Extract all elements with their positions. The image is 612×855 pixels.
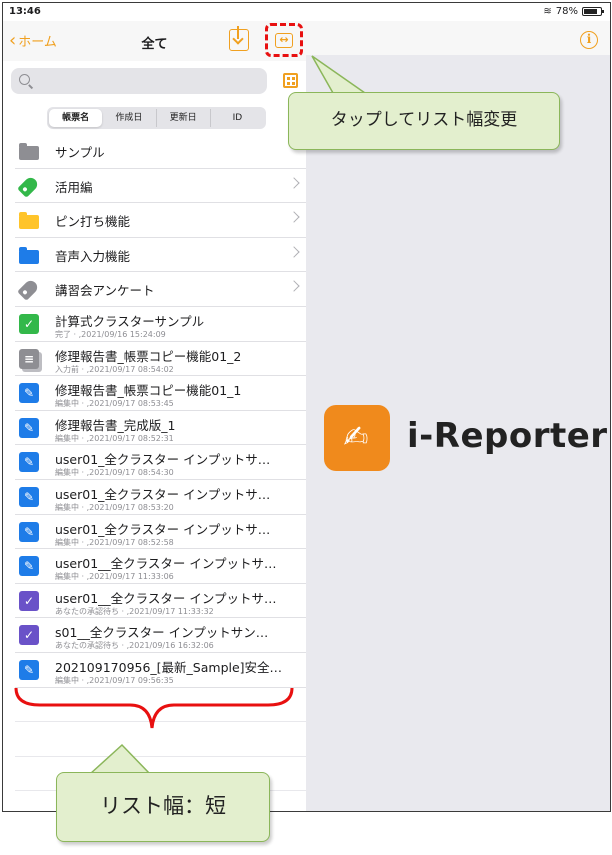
report-row[interactable]: ✎ 修理報告書_帳票コピー機能01_1 編集中 · ,2021/09/17 08… xyxy=(15,376,306,411)
chevron-right-icon xyxy=(288,176,300,189)
editing-report-icon: ✎ xyxy=(19,556,39,577)
detail-navbar: i xyxy=(306,21,610,55)
report-status: 完了 · ,2021/09/16 15:24:09 xyxy=(55,329,166,339)
editing-report-icon: ✎ xyxy=(19,486,39,507)
folder-icon xyxy=(19,143,39,160)
approval-report-icon: ✓ xyxy=(19,590,39,611)
folder-row[interactable]: サンプル xyxy=(15,134,306,169)
wifi-icon: ≋ xyxy=(543,6,552,17)
editing-report-icon: ✎ xyxy=(19,521,39,542)
report-row[interactable]: ✎ 修理報告書_完成版_1 編集中 · ,2021/09/17 08:52:31 xyxy=(15,411,306,446)
report-title: 修理報告書_完成版_1 xyxy=(55,417,176,433)
report-status: あなたの承認待ち · ,2021/09/17 11:33:32 xyxy=(55,606,214,616)
battery-icon xyxy=(582,7,604,16)
tag-row[interactable]: 講習会アンケート xyxy=(15,272,306,307)
report-row[interactable]: ✎ user01_全クラスター インプットサ… 編集中 · ,2021/09/1… xyxy=(15,515,306,550)
report-status: 編集中 · ,2021/09/17 09:56:35 xyxy=(55,675,174,685)
report-row[interactable]: ✓ s01__全クラスター インプットサン… あなたの承認待ち · ,2021/… xyxy=(15,618,306,653)
sort-segmented-control: 帳票名 作成日 更新日 ID xyxy=(47,107,266,129)
editing-report-icon: ✎ xyxy=(19,417,39,438)
search-icon xyxy=(19,74,30,85)
report-row[interactable]: ≡ 修理報告書_帳票コピー機能01_2 入力前 · ,2021/09/17 08… xyxy=(15,342,306,377)
report-title: user01_全クラスター インプットサ… xyxy=(55,486,271,502)
sort-by-updated[interactable]: 更新日 xyxy=(157,109,211,127)
report-row[interactable]: ✎ user01__全クラスター インプットサ… 編集中 · ,2021/09/… xyxy=(15,549,306,584)
report-row[interactable]: ✎ 202109170956_[最新_Sample]安全… 編集中 · ,202… xyxy=(15,653,306,688)
report-title: user01__全クラスター インプットサ… xyxy=(55,590,277,606)
tag-label: 活用編 xyxy=(55,179,93,195)
report-title: 修理報告書_帳票コピー機能01_1 xyxy=(55,383,242,399)
report-row[interactable]: ✓ 計算式クラスターサンプル 完了 · ,2021/09/16 15:24:09 xyxy=(15,307,306,342)
editing-report-icon: ✎ xyxy=(19,452,39,473)
search-bar[interactable] xyxy=(11,68,267,94)
list-navbar: ‹ ホーム 全て ↔ xyxy=(3,21,306,61)
search-input[interactable] xyxy=(37,72,257,90)
report-status: 編集中 · ,2021/09/17 08:53:45 xyxy=(55,399,174,409)
report-row[interactable]: ✓ user01__全クラスター インプットサ… あなたの承認待ち · ,202… xyxy=(15,584,306,619)
report-status: 編集中 · ,2021/09/17 11:33:06 xyxy=(55,572,174,582)
report-status: 編集中 · ,2021/09/17 08:52:58 xyxy=(55,537,174,547)
list-width-callout: リスト幅：短 xyxy=(56,772,270,842)
app-logo: ✍ xyxy=(324,405,390,471)
sort-by-id[interactable]: ID xyxy=(211,109,264,127)
empty-row xyxy=(15,688,306,723)
report-status: 編集中 · ,2021/09/17 08:52:31 xyxy=(55,433,174,443)
report-status: あなたの承認待ち · ,2021/09/16 16:32:06 xyxy=(55,641,214,651)
folder-label: ピン打ち機能 xyxy=(55,214,131,230)
battery-percent: 78% xyxy=(555,6,578,17)
chevron-right-icon xyxy=(288,246,300,258)
empty-row xyxy=(15,722,306,757)
folder-label: 音声入力機能 xyxy=(55,248,131,264)
report-status: 編集中 · ,2021/09/17 08:53:20 xyxy=(55,502,174,512)
resize-width-icon: ↔ xyxy=(275,33,293,48)
report-title: user01__全クラスター インプットサ… xyxy=(55,556,277,572)
list-pane: ‹ ホーム 全て ↔ 帳票名 作成日 更新日 ID サンプル 活用編 ピン打ち機… xyxy=(3,21,306,811)
tap-hint-callout: タップしてリスト幅変更 xyxy=(288,92,560,150)
report-status: 入力前 · ,2021/09/17 08:54:02 xyxy=(55,364,174,374)
tag-label: 講習会アンケート xyxy=(55,283,155,299)
report-status: 編集中 · ,2021/09/17 08:54:30 xyxy=(55,468,174,478)
report-title: 202109170956_[最新_Sample]安全… xyxy=(55,659,283,675)
report-row[interactable]: ✎ user01_全クラスター インプットサ… 編集中 · ,2021/09/1… xyxy=(15,445,306,480)
pen-hand-icon: ✍ xyxy=(343,420,369,455)
folder-row[interactable]: 音声入力機能 xyxy=(15,238,306,273)
report-title: 修理報告書_帳票コピー機能01_2 xyxy=(55,348,242,364)
editing-report-icon: ✎ xyxy=(19,383,39,404)
sort-by-created[interactable]: 作成日 xyxy=(102,109,157,127)
folder-icon xyxy=(19,212,39,230)
folder-icon xyxy=(19,246,39,264)
status-bar: 13:46 ≋ 78% xyxy=(3,3,610,21)
sort-by-name[interactable]: 帳票名 xyxy=(49,109,103,127)
tag-icon xyxy=(17,278,40,302)
tag-row[interactable]: 活用編 xyxy=(15,169,306,204)
report-title: user01_全クラスター インプットサ… xyxy=(55,521,271,537)
import-icon[interactable] xyxy=(229,26,249,51)
draft-report-icon: ≡ xyxy=(19,348,39,369)
tag-icon xyxy=(17,174,40,198)
approval-report-icon: ✓ xyxy=(19,625,39,646)
list-width-button[interactable]: ↔ xyxy=(265,23,303,57)
chevron-right-icon xyxy=(288,280,300,293)
brand-name: i-Reporter xyxy=(407,416,608,456)
report-title: user01_全クラスター インプットサ… xyxy=(55,452,271,468)
report-list: サンプル 活用編 ピン打ち機能 音声入力機能 講習会アンケート ✓ 計算式クラス… xyxy=(3,134,306,792)
status-right: ≋ 78% xyxy=(543,6,604,17)
report-title: 計算式クラスターサンプル xyxy=(55,313,205,329)
report-title: s01__全クラスター インプットサン… xyxy=(55,625,269,641)
qr-code-icon[interactable] xyxy=(283,73,298,88)
folder-row[interactable]: ピン打ち機能 xyxy=(15,203,306,238)
chevron-right-icon xyxy=(288,211,300,223)
completed-report-icon: ✓ xyxy=(19,313,39,334)
info-icon[interactable]: i xyxy=(580,31,598,49)
status-time: 13:46 xyxy=(9,6,41,17)
report-row[interactable]: ✎ user01_全クラスター インプットサ… 編集中 · ,2021/09/1… xyxy=(15,480,306,515)
page-title: 全て xyxy=(141,37,168,52)
editing-report-icon: ✎ xyxy=(19,659,39,680)
folder-label: サンプル xyxy=(55,145,105,160)
